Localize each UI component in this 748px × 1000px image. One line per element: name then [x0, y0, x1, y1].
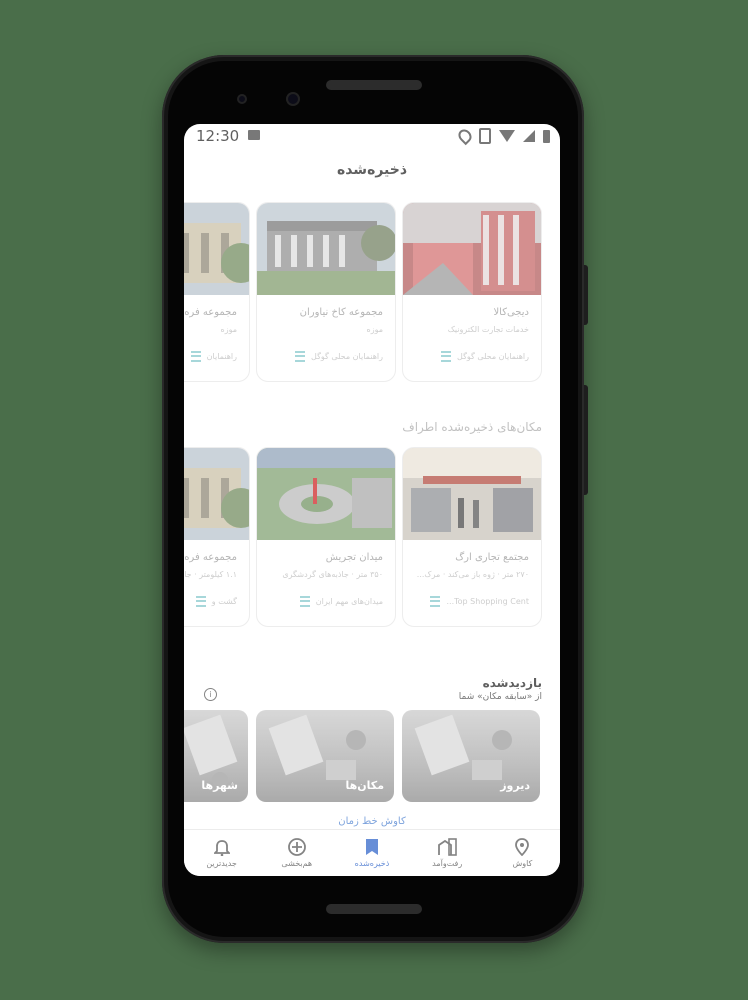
place-name: مجموعه کاخ نیاوران [299, 307, 383, 318]
list-icon [430, 596, 441, 607]
list-icon [190, 351, 201, 362]
nearby-card-tajrish[interactable]: میدان تجریش ۳۵۰ متر · جاذبه‌های گردشگری … [256, 447, 396, 627]
nearby-places-row[interactable]: مجتمع تجاری ارگ ۲۷۰ متر · ژوه باز می‌کند… [184, 447, 560, 627]
nav-contribute[interactable]: هم‌بخشی [259, 830, 334, 876]
place-photo [257, 203, 395, 295]
saved-card-partial[interactable]: مجموعه فره موزه راهنمایان [184, 202, 250, 382]
saved-places-row[interactable]: دیجی‌کالا خدمات تجارت الکترونیک راهنمایا… [184, 202, 560, 382]
place-name: مجموعه فره [184, 552, 237, 563]
list-icon [195, 596, 206, 607]
page-title: ذخیره‌شده [336, 162, 408, 178]
nav-label: جدیدترین [206, 859, 237, 868]
nav-saved[interactable]: ذخیره‌شده [334, 830, 409, 876]
list-icon [295, 351, 306, 362]
wifi-icon [499, 130, 515, 142]
place-photo [184, 203, 249, 295]
saved-card-digikala[interactable]: دیجی‌کالا خدمات تجارت الکترونیک راهنمایا… [402, 202, 542, 382]
place-name: مجموعه فره [184, 307, 237, 318]
visited-tile-cities[interactable]: شهرها [184, 710, 248, 802]
source-label: گشت و [211, 597, 237, 606]
place-source: میدان‌های مهم ایران [299, 596, 383, 607]
place-photo [403, 448, 541, 540]
nav-updates[interactable]: جدیدترین [184, 830, 259, 876]
source-label: Top Shopping Cent... [446, 597, 529, 606]
place-source: راهنمایان محلی گوگل [441, 351, 529, 362]
front-camera-secondary [286, 92, 300, 106]
place-category: خدمات تجارت الکترونیک [447, 325, 529, 334]
source-label: راهنمایان محلی گوگل [311, 352, 383, 361]
place-detail: ۱.۱ کیلومتر · جاذ [184, 570, 237, 579]
visited-tile-yesterday[interactable]: دیروز [402, 710, 540, 802]
vibrate-icon [479, 128, 491, 144]
place-source: راهنمایان [190, 351, 237, 362]
place-name: دیجی‌کالا [493, 307, 529, 318]
nav-label: کاوش [512, 859, 533, 868]
location-status-icon [455, 126, 475, 146]
nav-label: رفت‌وآمد [432, 859, 463, 868]
add-circle-icon [287, 838, 306, 856]
nav-label: هم‌بخشی [281, 859, 313, 868]
place-category: موزه [366, 325, 383, 334]
tile-label: دیروز [500, 779, 530, 792]
place-photo [257, 448, 395, 540]
source-label: راهنمایان [206, 352, 237, 361]
status-bar: 12:30 [184, 124, 560, 148]
nav-label: ذخیره‌شده [354, 859, 390, 868]
saved-card-niavaran[interactable]: مجموعه کاخ نیاوران موزه راهنمایان محلی گ… [256, 202, 396, 382]
place-category: موزه [220, 325, 237, 334]
bookmark-icon [365, 839, 378, 855]
tile-label: شهرها [201, 779, 238, 792]
place-name: مجتمع تجاری ارگ [455, 552, 529, 563]
bell-icon [213, 840, 230, 856]
nearby-card-arg[interactable]: مجتمع تجاری ارگ ۲۷۰ متر · ژوه باز می‌کند… [402, 447, 542, 627]
explore-timeline-link[interactable]: کاوش خط زمان [184, 816, 560, 827]
tile-label: مکان‌ها [345, 779, 384, 792]
place-name: میدان تجریش [325, 552, 383, 563]
signal-icon [523, 130, 535, 142]
nav-explore[interactable]: کاوش [485, 830, 560, 876]
power-button [584, 265, 588, 325]
list-icon [441, 351, 452, 362]
visited-title: بازدیدشده [482, 676, 542, 690]
battery-icon [543, 129, 550, 143]
nav-commute[interactable]: رفت‌وآمد [410, 830, 485, 876]
place-photo [403, 203, 541, 295]
source-label: راهنمایان محلی گوگل [457, 352, 529, 361]
nearby-heading: مکان‌های ذخیره‌شده اطراف [402, 420, 542, 434]
gmail-icon [248, 130, 260, 140]
place-source: Top Shopping Cent... [430, 596, 529, 607]
place-detail: ۳۵۰ متر · جاذبه‌های گردشگری [282, 570, 383, 579]
volume-button [584, 385, 588, 495]
nearby-card-partial[interactable]: مجموعه فره ۱.۱ کیلومتر · جاذ گشت و [184, 447, 250, 627]
list-icon [299, 596, 310, 607]
top-speaker [326, 80, 422, 90]
bottom-navigation: کاوش رفت‌وآمد ذخیره‌شده هم‌بخشی جدیدترین [184, 829, 560, 876]
place-source: گشت و [195, 596, 237, 607]
info-icon[interactable]: i [204, 688, 217, 701]
location-pin-icon [515, 838, 530, 856]
source-label: میدان‌های مهم ایران [315, 597, 383, 606]
place-photo [184, 448, 249, 540]
place-source: راهنمایان محلی گوگل [295, 351, 383, 362]
status-time: 12:30 [196, 127, 240, 145]
front-camera [237, 94, 247, 104]
bottom-speaker [326, 904, 422, 914]
visited-tile-places[interactable]: مکان‌ها [256, 710, 394, 802]
visited-subtitle: از «سابقه مکان» شما [458, 692, 542, 702]
status-icons [455, 126, 550, 146]
place-detail: ۲۷۰ متر · ژوه باز می‌کند · مرک... [416, 570, 529, 579]
commute-icon [438, 838, 457, 856]
app-screen: 12:30 ذخیره‌شده دیجی‌کالا خدمات تج [184, 124, 560, 876]
